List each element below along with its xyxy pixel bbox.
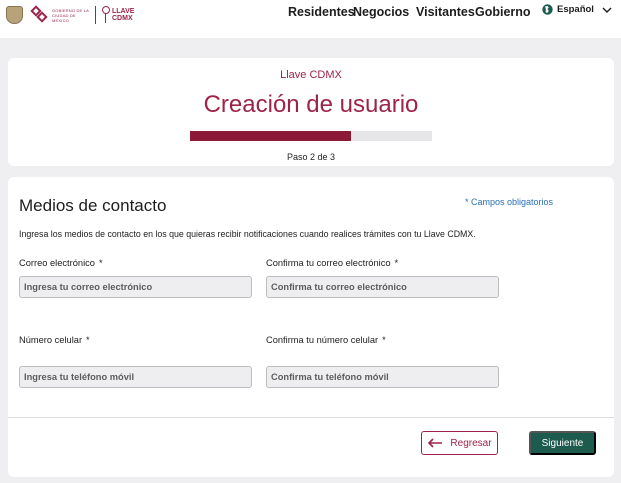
contact-form-card: Medios de contacto * Campos obligatorios… [8, 177, 614, 477]
phone-label-text: Número celular [19, 335, 83, 345]
confirm-email-label-text: Confirma tu correo electrónico [266, 258, 391, 268]
next-button-label: Siguiente [541, 437, 584, 449]
step-indicator: Paso 2 de 3 [286, 152, 336, 162]
nav-gobierno[interactable]: Gobierno [475, 5, 531, 19]
required-fields-note: * Campos obligatorios [465, 197, 554, 207]
required-mark: * [394, 258, 399, 268]
confirm-email-field[interactable] [266, 276, 499, 298]
language-selector[interactable]: Español [542, 4, 612, 15]
section-title: Medios de contacto [19, 196, 167, 215]
top-navigation-bar: GOBIERNO DE LA CIUDAD DE MÉXICO LLAVE CD… [0, 0, 621, 38]
logo-divider [95, 6, 96, 24]
cdmx-government-logo: GOBIERNO DE LA CIUDAD DE MÉXICO [30, 5, 90, 24]
form-divider [8, 417, 614, 418]
chevron-down-icon [602, 7, 612, 13]
form-instructions: Ingresa los medios de contacto en los qu… [19, 229, 476, 239]
nav-residentes[interactable]: Residentes [288, 5, 355, 19]
confirm-email-label: Confirma tu correo electrónico * [266, 258, 398, 268]
arrow-left-icon [428, 438, 443, 448]
key-icon [101, 6, 110, 24]
phone-label: Número celular * [19, 335, 90, 345]
coat-of-arms-logo [6, 6, 23, 24]
confirm-phone-field[interactable] [266, 366, 499, 388]
email-field[interactable] [19, 276, 252, 298]
progress-bar [190, 131, 432, 141]
confirm-phone-label: Confirma tu número celular * [266, 335, 386, 345]
email-label-text: Correo electrónico [19, 258, 95, 268]
language-label: Español [557, 4, 594, 15]
gov-logo-text: GOBIERNO DE LA CIUDAD DE MÉXICO [52, 7, 89, 23]
progress-card: Llave CDMX Creación de usuario Paso 2 de… [8, 58, 614, 166]
globe-icon [542, 4, 553, 15]
email-label: Correo electrónico * [19, 258, 103, 268]
back-button[interactable]: Regresar [421, 431, 498, 455]
page-title: Creación de usuario [203, 91, 419, 118]
required-mark: * [382, 335, 386, 345]
phone-field[interactable] [19, 366, 252, 388]
next-button[interactable]: Siguiente [529, 431, 596, 455]
confirm-phone-label-text: Confirma tu número celular [266, 335, 379, 345]
nav-negocios[interactable]: Negocios [353, 5, 409, 19]
cdmx-emblem-icon [30, 5, 49, 24]
llave-cdmx-logo: LLAVE CDMX [112, 8, 134, 22]
header-logos[interactable]: GOBIERNO DE LA CIUDAD DE MÉXICO LLAVE CD… [6, 4, 134, 26]
brand-line-2: CDMX [112, 15, 133, 22]
progress-bar-fill [190, 131, 352, 141]
card-subtitle: Llave CDMX [280, 69, 342, 81]
back-button-label: Regresar [450, 437, 492, 449]
required-mark: * [98, 258, 103, 268]
nav-visitantes[interactable]: Visitantes [416, 5, 475, 19]
required-mark: * [86, 335, 90, 345]
brand-line-1: LLAVE [112, 8, 135, 15]
